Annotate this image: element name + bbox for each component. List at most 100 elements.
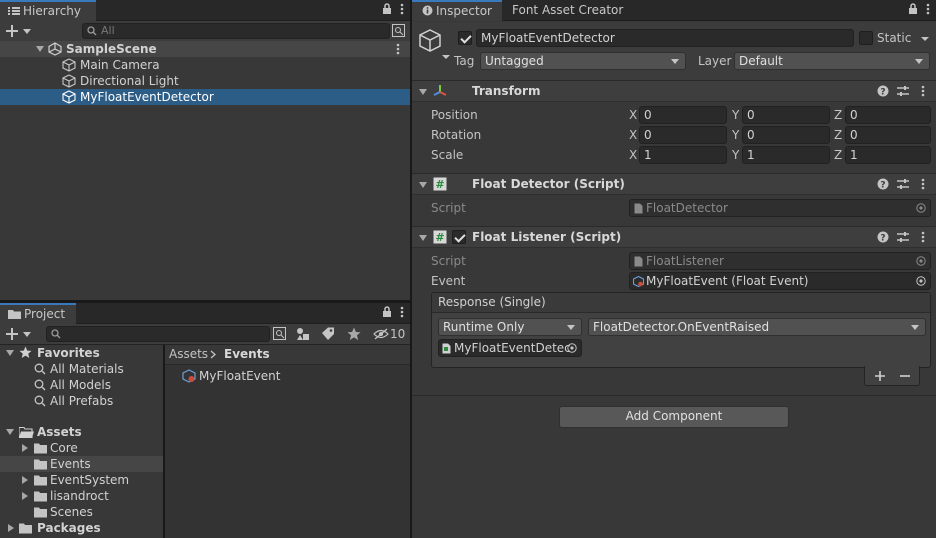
axis-x-label[interactable]: X	[629, 108, 637, 122]
component-more-icon[interactable]	[921, 85, 925, 97]
lisandroct-foldout[interactable]	[22, 492, 28, 500]
event-object-field[interactable]: MyFloatEvent (Float Event)	[629, 272, 931, 290]
presets-icon[interactable]	[897, 85, 909, 97]
favorite-item-all-prefabs[interactable]: All Prefabs	[0, 393, 163, 409]
layer-value: Default	[739, 54, 783, 68]
rotation-y-field[interactable]: 0	[742, 126, 830, 144]
eventsystem-foldout[interactable]	[22, 476, 28, 484]
rotation-x-field[interactable]: 0	[639, 126, 727, 144]
axis-z-label[interactable]: Z	[834, 108, 842, 122]
filter-by-label-icon[interactable]	[321, 327, 335, 341]
static-dropdown-icon[interactable]	[920, 36, 930, 42]
create-button[interactable]	[6, 327, 34, 342]
core-foldout[interactable]	[22, 444, 28, 452]
axis-z-label[interactable]: Z	[834, 148, 842, 162]
axis-y-label[interactable]: Y	[732, 128, 739, 142]
scale-y-field[interactable]: 1	[742, 146, 830, 164]
search-filter-icon[interactable]	[392, 24, 405, 37]
hidden-packages-icon[interactable]	[373, 328, 389, 340]
layer-dropdown[interactable]: Default	[734, 52, 930, 70]
help-icon[interactable]: ?	[877, 178, 889, 190]
search-filter-icon[interactable]	[273, 327, 286, 340]
favorite-item-all-materials[interactable]: All Materials	[0, 361, 163, 377]
scene-row[interactable]: SampleScene	[0, 41, 410, 57]
tab-project[interactable]: Project	[0, 303, 76, 324]
float-listener-title: Float Listener (Script)	[472, 230, 622, 244]
float-listener-foldout[interactable]	[419, 235, 427, 241]
lock-icon[interactable]	[382, 3, 392, 15]
favorites-foldout[interactable]	[6, 350, 14, 356]
float-listener-enabled-checkbox[interactable]	[452, 230, 466, 244]
hierarchy-item-myfloateventdetector[interactable]: MyFloatEventDetector	[0, 89, 410, 105]
active-checkbox[interactable]	[458, 31, 472, 45]
position-z-field[interactable]: 0	[845, 106, 931, 124]
tag-dropdown[interactable]: Untagged	[480, 52, 686, 70]
scale-z-field[interactable]: 1	[845, 146, 931, 164]
object-picker-icon[interactable]	[916, 276, 926, 286]
position-x-field[interactable]: 0	[639, 106, 727, 124]
folder-item-lisandroct[interactable]: lisandroct	[0, 488, 163, 504]
hierarchy-item-directional-light[interactable]: Directional Light	[0, 73, 410, 89]
presets-icon[interactable]	[897, 178, 909, 190]
listener-add-remove-bar	[864, 366, 920, 386]
more-options-icon[interactable]	[400, 3, 404, 15]
favorite-star-icon[interactable]	[347, 327, 361, 341]
assets-row[interactable]: Assets	[0, 424, 163, 440]
position-y-field[interactable]: 0	[742, 106, 830, 124]
function-dropdown[interactable]: FloatDetector.OnEventRaised	[588, 318, 926, 336]
axis-z-label[interactable]: Z	[834, 128, 842, 142]
component-more-icon[interactable]	[921, 178, 925, 190]
axis-x-label[interactable]: X	[629, 148, 637, 162]
rotation-z-field[interactable]: 0	[845, 126, 931, 144]
more-options-icon[interactable]	[926, 3, 930, 15]
asset-item-myfloatevent[interactable]: MyFloatEvent	[165, 367, 410, 385]
assets-foldout[interactable]	[6, 429, 14, 435]
tab-hierarchy[interactable]: Hierarchy	[0, 0, 96, 21]
axis-y-label[interactable]: Y	[732, 108, 739, 122]
remove-listener-icon[interactable]	[900, 371, 910, 381]
event-target-field[interactable]: MyFloatEventDetec	[438, 339, 582, 357]
more-options-icon[interactable]	[400, 306, 404, 318]
add-component-button[interactable]: Add Component	[559, 406, 789, 428]
runtime-mode-dropdown[interactable]: Runtime Only	[438, 318, 582, 336]
packages-foldout[interactable]	[8, 524, 14, 532]
folder-item-core[interactable]: Core	[0, 440, 163, 456]
tab-inspector[interactable]: Inspector	[412, 0, 502, 21]
float-listener-header[interactable]: # Float Listener (Script) ?	[412, 226, 936, 248]
packages-row[interactable]: Packages	[0, 520, 163, 536]
folder-item-eventsystem[interactable]: EventSystem	[0, 472, 163, 488]
transform-foldout[interactable]	[419, 89, 427, 95]
hierarchy-search-input[interactable]: All	[82, 23, 390, 39]
lock-icon[interactable]	[908, 3, 918, 15]
scene-foldout[interactable]	[36, 46, 44, 52]
folder-item-events[interactable]: Events	[0, 456, 163, 472]
breadcrumb-current[interactable]: Events	[224, 347, 270, 361]
favorite-item-all-models[interactable]: All Models	[0, 377, 163, 393]
add-listener-icon[interactable]	[875, 371, 885, 381]
filter-by-type-icon[interactable]	[296, 327, 310, 341]
presets-icon[interactable]	[897, 231, 909, 243]
object-name-field[interactable]: MyFloatEventDetector	[476, 29, 854, 47]
object-picker-icon[interactable]	[567, 343, 577, 353]
folder-item-scenes[interactable]: Scenes	[0, 504, 163, 520]
component-more-icon[interactable]	[921, 231, 925, 243]
tab-font-asset-creator[interactable]: Font Asset Creator	[508, 0, 629, 21]
gameobject-large-icon[interactable]	[418, 29, 452, 59]
transform-header[interactable]: Transform ?	[412, 80, 936, 102]
favorites-row[interactable]: Favorites	[0, 345, 163, 361]
float-detector-header[interactable]: # Float Detector (Script) ?	[412, 173, 936, 195]
breadcrumb-root[interactable]: Assets	[169, 347, 208, 361]
project-search-input[interactable]	[46, 326, 270, 342]
lock-icon[interactable]	[382, 306, 392, 318]
scale-x-field[interactable]: 1	[639, 146, 727, 164]
help-icon[interactable]: ?	[877, 231, 889, 243]
hierarchy-item-main-camera[interactable]: Main Camera	[0, 57, 410, 73]
axis-x-label[interactable]: X	[629, 128, 637, 142]
float-detector-foldout[interactable]	[419, 182, 427, 188]
float-detector-script-field: FloatDetector	[629, 199, 931, 217]
static-checkbox[interactable]	[859, 31, 873, 45]
axis-y-label[interactable]: Y	[732, 148, 739, 162]
scene-more-icon[interactable]	[396, 43, 400, 55]
help-icon[interactable]: ?	[877, 85, 889, 97]
create-button[interactable]	[6, 24, 34, 39]
